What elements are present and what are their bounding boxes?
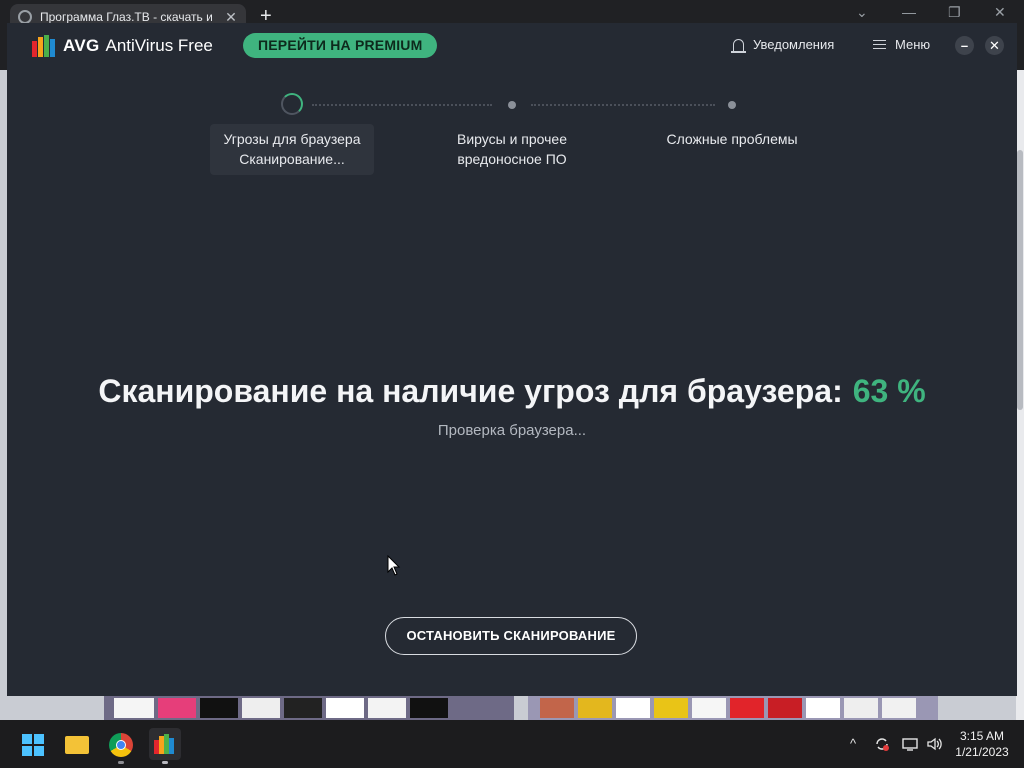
windows-start-icon[interactable] — [22, 734, 44, 756]
step-2-label: Вирусы и прочее вредоносное ПО — [432, 129, 592, 169]
step-2-dot-icon — [508, 101, 516, 109]
chrome-running-indicator — [118, 761, 124, 764]
step-1-status: Сканирование... — [239, 151, 345, 167]
avg-minimize-button[interactable]: – — [955, 36, 974, 55]
scan-headline: Сканирование на наличие угроз для браузе… — [7, 373, 1017, 410]
avg-logo: AVG AntiVirus Free — [31, 33, 213, 59]
notifications-button[interactable]: Уведомления — [731, 37, 835, 53]
chrome-icon[interactable] — [109, 733, 133, 757]
step-1-title: Угрозы для браузера — [223, 131, 361, 147]
avg-logo-icon — [32, 35, 55, 57]
file-explorer-icon[interactable] — [65, 736, 89, 754]
step-3-title: Сложные проблемы — [666, 131, 798, 147]
browser-minimize-button[interactable]: — — [902, 4, 916, 20]
avg-close-button[interactable]: ✕ — [985, 36, 1004, 55]
step-1-label: Угрозы для браузера Сканирование... — [210, 129, 374, 169]
go-premium-button[interactable]: ПЕРЕЙТИ НА PREMIUM — [243, 33, 438, 58]
sync-icon[interactable] — [874, 736, 890, 752]
browser-page-edge — [1016, 70, 1024, 720]
windows-taskbar: ^ 3:15 AM 1/21/2023 — [0, 720, 1024, 768]
network-icon[interactable] — [902, 736, 918, 752]
step-1-spinner-icon — [281, 93, 303, 115]
volume-icon[interactable] — [926, 736, 944, 752]
scan-headline-text: Сканирование на наличие угроз для браузе… — [98, 373, 843, 409]
step-2-subtitle: вредоносное ПО — [457, 151, 567, 167]
step-3-label: Сложные проблемы — [652, 129, 812, 149]
system-clock[interactable]: 3:15 AM 1/21/2023 — [950, 728, 1014, 760]
scan-status-text: Проверка браузера... — [437, 422, 587, 439]
menu-button[interactable]: Меню — [873, 37, 930, 52]
tray-overflow-chevron-icon[interactable]: ^ — [850, 736, 856, 751]
avg-brand-label: AVG — [63, 36, 100, 55]
browser-close-button[interactable]: ✕ — [994, 4, 1006, 21]
tab-title: Программа Глаз.ТВ - скачать и — [40, 10, 213, 24]
menu-label: Меню — [895, 37, 931, 52]
step-2-title: Вирусы и прочее — [456, 131, 567, 147]
clock-time: 3:15 AM — [959, 729, 1005, 743]
avg-header: AVG AntiVirus Free ПЕРЕЙТИ НА PREMIUM Ув… — [7, 23, 1017, 69]
clock-date: 1/21/2023 — [955, 745, 1009, 759]
avg-running-indicator — [162, 761, 168, 764]
website-thumbnail-strip — [104, 696, 514, 720]
hamburger-icon — [873, 37, 886, 52]
step-3-dot-icon — [728, 101, 736, 109]
avg-taskbar-icon — [154, 734, 174, 754]
scan-progress-percent: 63 % — [852, 373, 926, 409]
stop-scan-button[interactable]: ОСТАНОВИТЬ СКАНИРОВАНИЕ — [385, 617, 637, 655]
step-connector — [531, 104, 715, 106]
browser-scrollbar[interactable] — [1017, 150, 1023, 410]
notifications-label: Уведомления — [753, 37, 835, 52]
tab-favicon-icon — [18, 10, 32, 24]
step-connector — [312, 104, 492, 106]
tab-search-chevron-icon[interactable]: ⌄ — [856, 4, 868, 21]
mouse-cursor-icon — [387, 555, 401, 576]
avg-antivirus-window: AVG AntiVirus Free ПЕРЕЙТИ НА PREMIUM Ув… — [7, 23, 1017, 696]
avg-taskbar-button[interactable] — [149, 728, 181, 760]
website-thumbnail-strip — [528, 696, 938, 720]
browser-maximize-button[interactable]: ❐ — [948, 4, 961, 21]
bell-icon — [731, 38, 746, 53]
avg-product-label: AntiVirus Free — [105, 36, 213, 55]
